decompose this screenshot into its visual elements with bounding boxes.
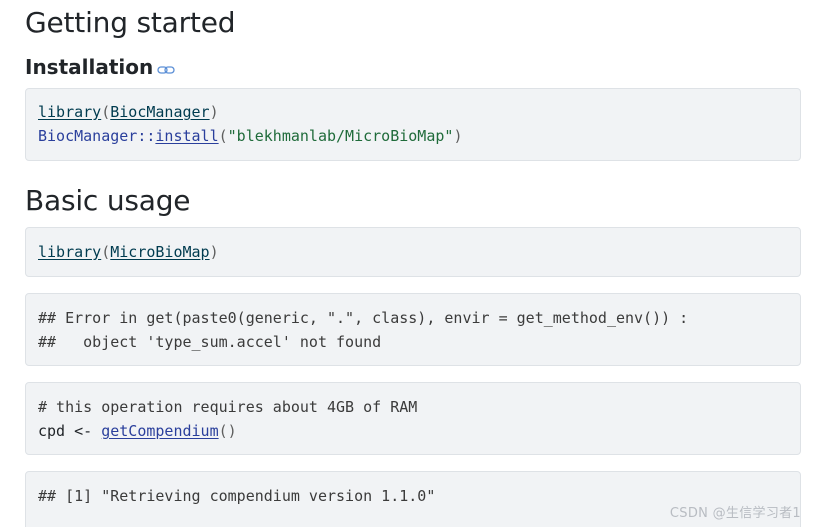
code-string: "blekhmanlab/MicroBioMap" [227, 127, 454, 145]
code-line: BiocManager::install("blekhmanlab/MicroB… [38, 124, 788, 148]
code-punct: ( [101, 103, 111, 121]
code-function-link[interactable]: library [38, 243, 101, 261]
code-comment: # this operation requires about 4GB of R… [38, 398, 418, 416]
code-punct: () [218, 422, 237, 440]
code-function-link[interactable]: getCompendium [101, 422, 218, 440]
output-line: ## object 'type_sum.accel' not found [38, 333, 382, 351]
code-namespace: BiocManager:: [38, 127, 156, 145]
code-punct: ) [209, 243, 219, 261]
code-line: cpd <- getCompendium() [38, 419, 788, 443]
heading-basic-usage: Basic usage [25, 184, 191, 217]
heading-installation: Installation [25, 55, 175, 79]
code-block-compendium: # this operation requires about 4GB of R… [25, 382, 801, 455]
heading-installation-label: Installation [25, 55, 154, 79]
code-assignment: cpd <- [38, 422, 102, 440]
anchor-link-icon[interactable] [157, 57, 175, 74]
code-block-library: library(MicroBioMap) [25, 227, 801, 277]
code-function-link[interactable]: install [155, 127, 218, 145]
code-argument-link[interactable]: BiocManager [110, 103, 209, 121]
heading-getting-started: Getting started [25, 6, 236, 39]
code-line: library(MicroBioMap) [38, 240, 788, 264]
code-punct: ( [218, 127, 228, 145]
code-punct: ) [453, 127, 463, 145]
watermark: CSDN @生信学习者1 [669, 506, 801, 521]
output-line: ## Error in get(paste0(generic, ".", cla… [38, 309, 689, 327]
code-function-link[interactable]: library [38, 103, 101, 121]
code-punct: ) [209, 103, 219, 121]
code-argument-link[interactable]: MicroBioMap [110, 243, 209, 261]
output-block-error: ## Error in get(paste0(generic, ".", cla… [25, 293, 801, 366]
code-punct: ( [101, 243, 111, 261]
code-block-install: library(BiocManager) BiocManager::instal… [25, 88, 801, 161]
code-line: library(BiocManager) [38, 100, 788, 124]
